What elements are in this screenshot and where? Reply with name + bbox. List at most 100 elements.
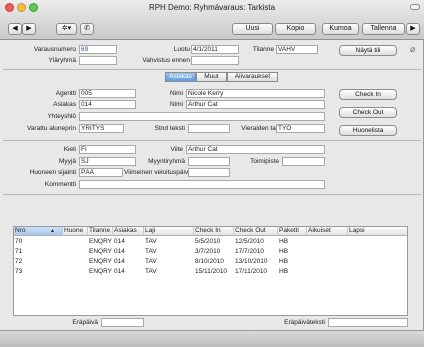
customer-name-field[interactable]: Arthur Cat <box>186 100 325 109</box>
column-label: Nro <box>15 227 26 234</box>
save-button[interactable]: Tallenna <box>362 23 405 35</box>
kommentti-label: Kommentti <box>44 181 76 188</box>
table-row[interactable]: 70 ENQRY 014 TAV 5/5/2010 12/5/2010 HB <box>14 237 407 246</box>
record-window: RPH Demo: Ryhmävaraus: Tarkista ◀ ▶ ✲▾ ✆… <box>0 0 424 347</box>
cell-laji: TAV <box>145 238 157 245</box>
kieli-field[interactable]: FI <box>79 145 136 154</box>
phone-icon[interactable]: ✆ <box>80 23 94 35</box>
nimi-label: Nimi <box>170 90 183 97</box>
undo-button[interactable]: Kumoa <box>322 23 359 35</box>
tab-alivaraukset[interactable]: Alivaraukset <box>227 72 278 82</box>
cell-nro: 71 <box>15 248 23 255</box>
asiakas-field[interactable]: 014 <box>79 100 136 109</box>
sijainti-field[interactable]: PÄÄ <box>79 168 123 177</box>
cell-check-in: 3/7/2010 <box>195 248 221 255</box>
paperclip-icon[interactable]: ⌀ <box>410 44 415 55</box>
cell-asiakas: 014 <box>114 238 125 245</box>
agentti-label: Agentti <box>55 90 76 97</box>
cell-asiakas: 014 <box>114 268 125 275</box>
cell-check-out: 17/11/2010 <box>235 268 268 275</box>
agent-name-field[interactable]: Nicole Kerry <box>186 89 325 98</box>
varattu-field[interactable]: YRITYS <box>79 124 124 133</box>
toolbar-toggle-button[interactable] <box>410 4 420 10</box>
erapaiva-field[interactable] <box>101 318 144 327</box>
kommentti-field[interactable] <box>79 180 325 189</box>
vieraiden-field[interactable]: TYÖ <box>276 124 325 133</box>
cell-tilanne: ENQRY <box>89 268 112 275</box>
stnd-label: Stnd teksti <box>154 125 185 132</box>
agentti-field[interactable]: 005 <box>79 89 136 98</box>
check-out-button[interactable]: Check Out <box>339 107 397 118</box>
window-title: RPH Demo: Ryhmävaraus: Tarkista <box>148 3 276 12</box>
room-list-button[interactable]: Huonelista <box>339 125 397 136</box>
check-in-button[interactable]: Check In <box>339 89 397 100</box>
column-header-paketti[interactable]: Paketti <box>278 227 307 236</box>
show-account-button[interactable]: Näytä tili <box>339 45 397 56</box>
last-record-button[interactable]: ▶ <box>406 23 420 35</box>
sort-ascending-icon: ▲ <box>50 228 55 234</box>
next-record-button[interactable]: ▶ <box>22 23 36 35</box>
table-row[interactable]: 72 ENQRY 014 TAV 8/10/2010 13/10/2010 HB <box>14 257 407 266</box>
cell-check-out: 12/5/2010 <box>235 238 264 245</box>
vahvistus-field[interactable] <box>191 56 239 65</box>
cell-huone <box>63 267 88 276</box>
table-row[interactable]: 71 ENQRY 014 TAV 3/7/2010 17/7/2010 HB <box>14 247 407 256</box>
erapaiva-label: Eräpäivä <box>72 319 98 326</box>
previous-record-button[interactable]: ◀ <box>8 23 22 35</box>
column-header-huone[interactable]: Huone <box>63 227 88 236</box>
ylaryhma-label: Yläryhmä <box>48 57 76 64</box>
luotu-field[interactable]: 4/1/2011 <box>191 45 239 54</box>
veloitus-field[interactable] <box>188 168 230 177</box>
myyntiryhma-field[interactable] <box>188 157 230 166</box>
divider <box>3 140 421 141</box>
tilanne-label: Tilanne <box>252 46 274 53</box>
ylaryhma-field[interactable] <box>79 56 117 65</box>
new-button[interactable]: Uusi <box>232 23 273 35</box>
cell-laji: TAV <box>145 248 157 255</box>
sub-bookings-table[interactable]: Nro ▲ Huone Tilanne Asiakas Laji Check In… <box>13 226 408 316</box>
column-header-asiakas[interactable]: Asiakas <box>113 227 144 236</box>
erapaivateksti-label: Eräpäiväteksti <box>284 319 325 326</box>
cell-aikuiset <box>307 267 348 276</box>
cell-check-out: 13/10/2010 <box>235 258 268 265</box>
cell-aikuiset <box>307 247 348 256</box>
vahvistus-label: Vahvistus ennen <box>142 57 190 64</box>
viite-field[interactable]: Arthur Cat <box>186 145 325 154</box>
tilanne-field[interactable]: VAHV <box>276 45 318 54</box>
yhteyshlo-field[interactable] <box>79 112 325 121</box>
cell-paketti: HB <box>279 258 289 265</box>
yhteyshlo-label: Yhteyshlö <box>47 113 76 120</box>
erapaivateksti-field[interactable] <box>328 318 408 327</box>
column-header-check-out[interactable]: Check Out <box>234 227 278 236</box>
cell-lapsi <box>348 267 407 276</box>
kieli-label: Kieli <box>63 146 76 153</box>
stnd-field[interactable] <box>188 124 230 133</box>
cell-asiakas: 014 <box>114 248 125 255</box>
toimipiste-label: Toimipiste <box>250 158 279 165</box>
cell-huone <box>63 237 88 246</box>
cell-check-out: 17/7/2010 <box>235 248 264 255</box>
veloitus-label: Viimeinen veloituspäivä <box>124 169 192 176</box>
copy-button[interactable]: Kopio <box>275 23 316 35</box>
column-header-lapsi[interactable]: Lapsi <box>348 227 407 236</box>
cell-lapsi <box>348 237 407 246</box>
varausnumero-field[interactable]: 69 <box>79 45 117 54</box>
column-header-aikuiset[interactable]: Aikuiset <box>307 227 348 236</box>
toimipiste-field[interactable] <box>282 157 325 166</box>
tab-muut[interactable]: Muut <box>196 72 227 82</box>
myyntiryhma-label: Myyntiryhmä <box>148 158 185 165</box>
column-header-laji[interactable]: Laji <box>144 227 194 236</box>
myyja-label: Myyjä <box>59 158 76 165</box>
column-header-tilanne[interactable]: Tilanne <box>88 227 113 236</box>
title-bar: RPH Demo: Ryhmävaraus: Tarkista ◀ ▶ ✲▾ ✆… <box>0 0 424 40</box>
column-header-check-in[interactable]: Check In <box>194 227 234 236</box>
cell-nro: 73 <box>15 268 23 275</box>
cell-huone <box>63 247 88 256</box>
action-menu-button[interactable]: ✲▾ <box>56 23 77 35</box>
cell-laji: TAV <box>145 258 157 265</box>
cell-laji: TAV <box>145 268 157 275</box>
column-header-nro[interactable]: Nro ▲ <box>14 227 63 236</box>
myyja-field[interactable]: SJ <box>79 157 136 166</box>
tab-asiakas[interactable]: Asiakas <box>165 72 196 82</box>
table-row[interactable]: 73 ENQRY 014 TAV 15/11/2010 17/11/2010 H… <box>14 267 407 276</box>
